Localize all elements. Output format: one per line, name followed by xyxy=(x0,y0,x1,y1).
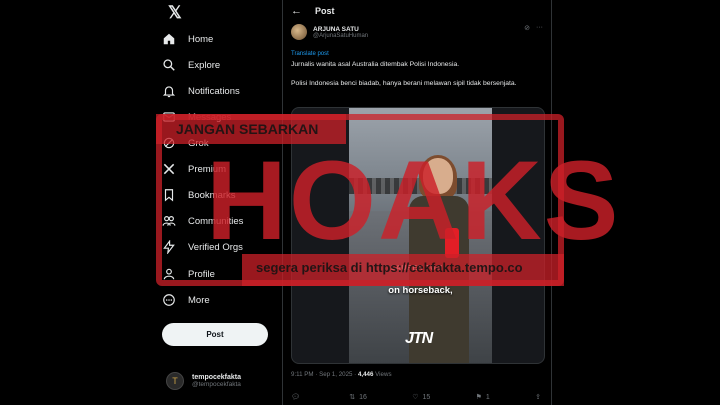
like-button[interactable]: ♡ 15 xyxy=(412,393,430,401)
reply-icon: 💬︎ xyxy=(291,394,300,401)
more-options-icon[interactable]: ··· xyxy=(536,24,543,32)
bookmark-icon: ⚑ xyxy=(475,394,482,401)
sidebar-item-explore[interactable]: Explore xyxy=(160,53,220,77)
bookmark-icon xyxy=(160,186,178,204)
post-meta: 9:11 PM · Sep 1, 2025 · 4,446 Views xyxy=(291,371,392,378)
sidebar-item-communities[interactable]: Communities xyxy=(160,209,243,233)
mail-icon xyxy=(160,108,178,126)
sidebar-item-notifications[interactable]: Notifications xyxy=(160,79,240,103)
post-detail-column: ← Post ARJUNA SATU @ArjunaSatuHuman ⊘ ··… xyxy=(282,0,552,405)
reply-button[interactable]: 💬︎ xyxy=(291,393,304,401)
post-timestamp[interactable]: 9:11 PM · Sep 1, 2025 · xyxy=(291,371,358,378)
avatar[interactable] xyxy=(291,24,307,40)
back-arrow-icon[interactable]: ← xyxy=(291,5,302,17)
sidebar-item-more[interactable]: More xyxy=(160,288,210,312)
post-author[interactable]: ARJUNA SATU @ArjunaSatuHuman xyxy=(291,24,368,40)
video-name-caption: LAUREN TOM xyxy=(391,265,443,272)
bell-icon xyxy=(160,82,178,100)
repost-icon: ⇅ xyxy=(349,394,356,401)
sidebar-item-label: Bookmarks xyxy=(188,189,236,201)
sidebar-item-grok[interactable]: Grok xyxy=(160,131,209,155)
post-text: Jurnalis wanita asal Australia ditembak … xyxy=(291,60,543,97)
heart-icon: ♡ xyxy=(412,394,419,401)
post-paragraph: Polisi Indonesia benci biadab, hanya ber… xyxy=(291,79,517,87)
sidebar-item-profile[interactable]: Profile xyxy=(160,262,215,286)
sidebar-item-label: Premium xyxy=(188,163,227,175)
post-actions: 💬︎ ⇅ 16 ♡ 15 ⚑ 1 ⇪ xyxy=(291,393,545,401)
people-icon xyxy=(160,212,178,230)
home-icon xyxy=(160,30,178,48)
sidebar-item-label: Explore xyxy=(188,59,221,71)
page-title: Post xyxy=(315,6,335,16)
account-name: tempocekfakta xyxy=(192,374,242,381)
avatar: T xyxy=(166,372,184,390)
post-paragraph: Jurnalis wanita asal Australia ditembak … xyxy=(291,61,460,68)
video-player[interactable]: LAUREN TOM on horseback, JTN xyxy=(349,108,492,363)
views-label: Views xyxy=(373,371,392,378)
sidebar-item-premium[interactable]: Premium xyxy=(160,157,226,181)
account-handle: @tempocekfakta xyxy=(192,381,241,388)
translate-post-link[interactable]: Translate post xyxy=(291,51,329,57)
account-switcher[interactable]: T tempocekfakta @tempocekfakta xyxy=(166,372,241,390)
grok-icon xyxy=(160,134,178,152)
sidebar-item-label: Verified Orgs xyxy=(188,241,243,253)
grok-icon[interactable]: ⊘ xyxy=(524,24,530,32)
bookmark-button[interactable]: ⚑ 1 xyxy=(476,393,490,401)
microphone-icon xyxy=(445,228,459,258)
repost-button[interactable]: ⇅ 16 xyxy=(349,393,367,401)
sidebar-item-bookmarks[interactable]: Bookmarks xyxy=(160,183,236,207)
sidebar-item-label: Profile xyxy=(188,268,215,280)
share-button[interactable]: ⇪ xyxy=(535,393,545,401)
author-handle: @ArjunaSatuHuman xyxy=(313,32,369,39)
sidebar-item-messages[interactable]: Messages xyxy=(160,105,231,129)
post-button[interactable]: Post xyxy=(162,323,268,346)
x-icon xyxy=(160,160,178,178)
share-icon: ⇪ xyxy=(535,394,541,401)
post-media[interactable]: LAUREN TOM on horseback, JTN xyxy=(291,107,545,364)
video-brand-logo: JTN xyxy=(405,330,433,347)
view-count: 4,446 xyxy=(357,371,374,378)
video-caption: on horseback, xyxy=(388,285,453,296)
person-icon xyxy=(160,265,178,283)
sidebar: 𝕏 Home Explore Notifications Messages Gr… xyxy=(0,0,282,405)
sidebar-item-label: Home xyxy=(188,33,214,45)
search-icon xyxy=(160,56,178,74)
sidebar-item-home[interactable]: Home xyxy=(160,27,213,51)
sidebar-item-label: Grok xyxy=(188,137,209,149)
sidebar-item-label: Messages xyxy=(188,111,232,123)
sidebar-item-label: Communities xyxy=(188,215,244,227)
x-logo-icon[interactable]: 𝕏 xyxy=(168,4,184,21)
sidebar-item-label: More xyxy=(188,294,210,306)
author-name[interactable]: ARJUNA SATU xyxy=(313,26,368,33)
more-icon xyxy=(160,291,178,309)
sidebar-item-verified-orgs[interactable]: Verified Orgs xyxy=(160,235,243,259)
sidebar-item-label: Notifications xyxy=(188,85,240,97)
lightning-icon xyxy=(160,238,178,256)
